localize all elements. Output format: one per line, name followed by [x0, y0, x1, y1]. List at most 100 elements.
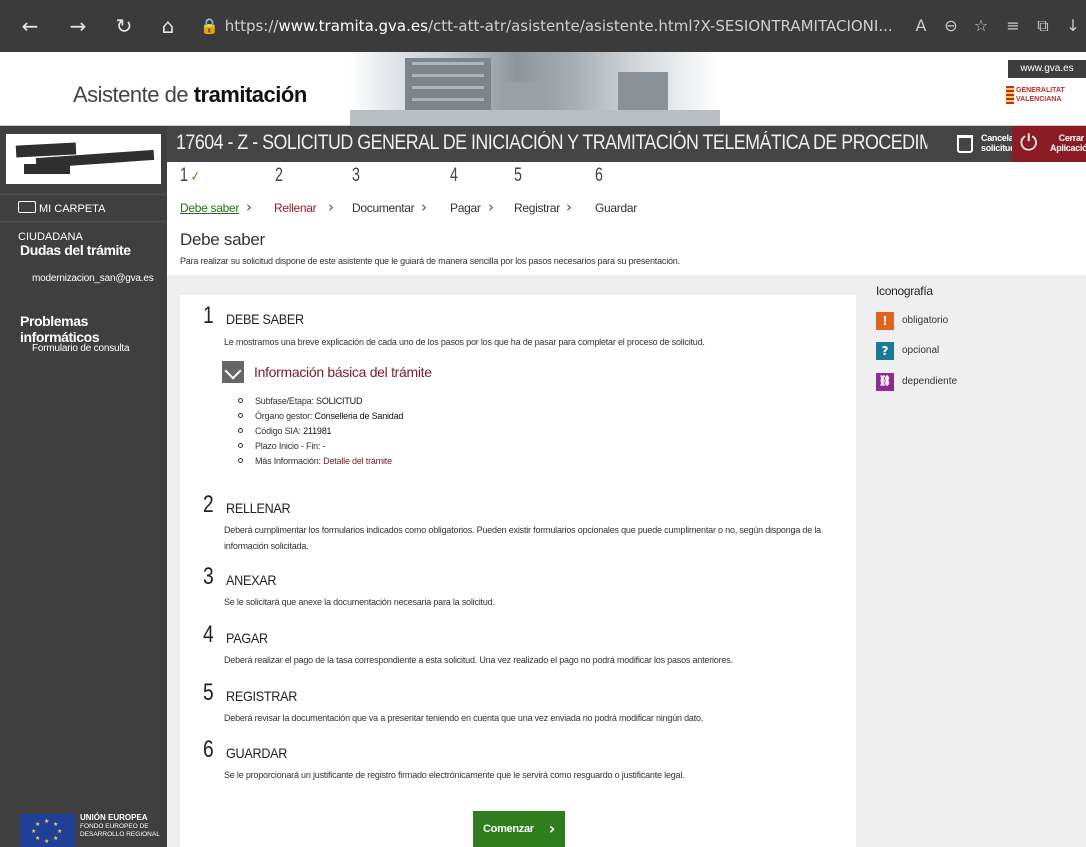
legend-label: dependiente	[902, 376, 958, 387]
senyera-icon	[1006, 86, 1014, 104]
block-title-2: RELLENAR	[226, 500, 291, 516]
block-text-3: Se le solicitará que anexe la documentac…	[224, 597, 495, 607]
block-title-3: ANEXAR	[226, 572, 277, 588]
info-toggle-chevron-icon[interactable]	[222, 361, 244, 383]
step-number-2: 2	[275, 165, 283, 186]
comenzar-button[interactable]: Comenzar ›	[473, 811, 565, 847]
block-title-1: DEBE SABER	[226, 311, 304, 327]
legend-title: Iconografía	[876, 284, 933, 298]
url-path: /ctt-att-atr/asistente/asistente.html?X-…	[427, 17, 893, 35]
chevron-right-icon: ›	[548, 819, 556, 838]
favorites-icon[interactable]: ≡	[1000, 14, 1026, 38]
step-number-4: 4	[450, 165, 458, 186]
header-building-photo	[350, 52, 720, 126]
app-title-light: Asistente de	[73, 82, 194, 107]
check-icon: ✓	[190, 168, 200, 184]
eu-title: UNIÓN EUROPEA	[80, 813, 148, 822]
step-pagar[interactable]: Pagar	[450, 201, 481, 215]
mi-carpeta-button[interactable]: MI CARPETA CIUDADANA	[0, 194, 167, 243]
step-rellenar[interactable]: Rellenar	[274, 201, 317, 215]
block-text-2: Deberá cumplimentar los formularios indi…	[224, 525, 821, 551]
app-title-bold: tramitación	[193, 82, 308, 107]
dudas-heading: Dudas del trámite	[20, 242, 131, 258]
step-documentar[interactable]: Documentar	[352, 201, 415, 215]
step-guardar[interactable]: Guardar	[595, 201, 637, 215]
eu-flag-icon: ★ ★ ★ ★ ★ ★ ★ ★	[20, 814, 75, 847]
legend-item-opcional: ? opcional	[876, 342, 939, 360]
step-debe-saber[interactable]: Debe saber	[180, 201, 239, 215]
dudas-email-link[interactable]: modernizacion_san@gva.es	[32, 273, 154, 284]
block-text-1: Le mostramos una breve explicación de ca…	[224, 337, 705, 347]
close-label: CerrarAplicación	[1050, 133, 1086, 153]
site-header: Asistente de tramitación www.gva.es GENE…	[0, 52, 1086, 126]
trash-icon	[957, 135, 973, 153]
reload-icon[interactable]: ↻	[112, 14, 136, 38]
block-text-5: Deberá revisar la documentación que va a…	[224, 713, 704, 723]
section-description: Para realizar su solicitud dispone de es…	[180, 256, 680, 266]
browser-toolbar: ← → ↻ ⌂ 🔒 https://www.tramita.gva.es/ctt-…	[0, 0, 1086, 52]
read-aloud-icon[interactable]: A	[908, 14, 934, 38]
folder-icon	[18, 201, 36, 213]
zoom-icon[interactable]: ⊖	[938, 14, 964, 38]
back-icon[interactable]: ←	[18, 14, 42, 38]
chevron-right-icon: ›	[566, 198, 572, 216]
step-number-1: 1 ✓	[180, 165, 200, 186]
chevron-right-icon: ›	[421, 198, 427, 216]
question-icon: ?	[876, 342, 894, 360]
eu-funding-text: UNIÓN EUROPEA FONDO EUROPEO DE DESARROLL…	[80, 814, 160, 839]
block-text-6: Se le proporcionará un justificante de r…	[224, 770, 685, 780]
block-number-5: 5	[203, 679, 214, 706]
procedure-bar: 17604 - Z - SOLICITUD GENERAL DE INICIAC…	[167, 126, 1086, 162]
eu-line-1: FONDO EUROPEO DE	[80, 823, 149, 830]
chevron-right-icon: ›	[328, 198, 334, 216]
home-icon[interactable]: ⌂	[156, 14, 180, 38]
block-number-6: 6	[203, 736, 214, 763]
block-number-4: 4	[203, 621, 214, 648]
comenzar-label: Comenzar	[483, 823, 534, 835]
exclamation-icon: !	[876, 312, 894, 330]
organisation-logo	[6, 134, 161, 184]
list-item: Subfase/Etapa: SOLICITUD	[238, 394, 403, 409]
close-application-button[interactable]: ⏻ CerrarAplicación	[1012, 126, 1086, 162]
favorite-add-icon[interactable]: ☆	[968, 14, 994, 38]
step-number-3: 3	[352, 165, 360, 186]
list-item: Plazo Inicio - Fin: -	[238, 439, 403, 454]
app-title: Asistente de tramitación	[73, 82, 307, 108]
step-number-5: 5	[514, 165, 522, 186]
collections-icon[interactable]: ⧉	[1030, 14, 1056, 38]
block-title-4: PAGAR	[226, 630, 268, 646]
downloads-icon[interactable]: ↓	[1060, 14, 1086, 38]
gva-link[interactable]: www.gva.es	[1008, 60, 1086, 78]
section-title: Debe saber	[180, 230, 265, 249]
block-title-5: REGISTRAR	[226, 688, 298, 704]
problemas-heading: Problemas informáticos	[20, 313, 100, 345]
link-icon: ⛓	[876, 373, 894, 391]
detalle-tramite-link[interactable]: Detalle del trámite	[323, 456, 392, 466]
step-number-6: 6	[595, 165, 603, 186]
legend-label: opcional	[902, 345, 940, 356]
cancel-label: Cancela solicitud	[981, 133, 1016, 153]
power-icon: ⏻	[1020, 131, 1038, 156]
list-item: Órgano gestor: Conselleria de Sanidad	[238, 409, 403, 424]
logo-line-2: VALENCIANA	[1016, 96, 1062, 103]
logo-line-1: GENERALITAT	[1016, 87, 1065, 94]
block-number-2: 2	[203, 491, 214, 518]
url-host: www.tramita.gva.es	[278, 17, 428, 35]
step-registrar[interactable]: Registrar	[514, 201, 560, 215]
generalitat-logo: GENERALITAT VALENCIANA	[1006, 86, 1084, 104]
block-text-4: Deberá realizar el pago de la tasa corre…	[224, 655, 733, 665]
procedure-title: 17604 - Z - SOLICITUD GENERAL DE INICIAC…	[176, 131, 927, 154]
info-list: Subfase/Etapa: SOLICITUD Órgano gestor: …	[238, 394, 403, 469]
lock-icon: 🔒	[200, 17, 219, 35]
legend-item-dependiente: ⛓ dependiente	[876, 373, 957, 391]
address-bar[interactable]: 🔒 https://www.tramita.gva.es/ctt-att-atr/…	[200, 10, 900, 42]
block-number-3: 3	[203, 563, 214, 590]
eu-line-2: DESARROLLO REGIONAL	[80, 831, 160, 838]
info-title[interactable]: Información básica del trámite	[254, 364, 432, 380]
chevron-right-icon: ›	[488, 198, 494, 216]
list-item: Código SIA: 211981	[238, 424, 403, 439]
consulta-form-link[interactable]: Formulario de consulta	[32, 343, 130, 354]
list-item: Más Información: Detalle del trámite	[238, 454, 403, 469]
chevron-right-icon: ›	[246, 198, 252, 216]
forward-icon[interactable]: →	[66, 14, 90, 38]
